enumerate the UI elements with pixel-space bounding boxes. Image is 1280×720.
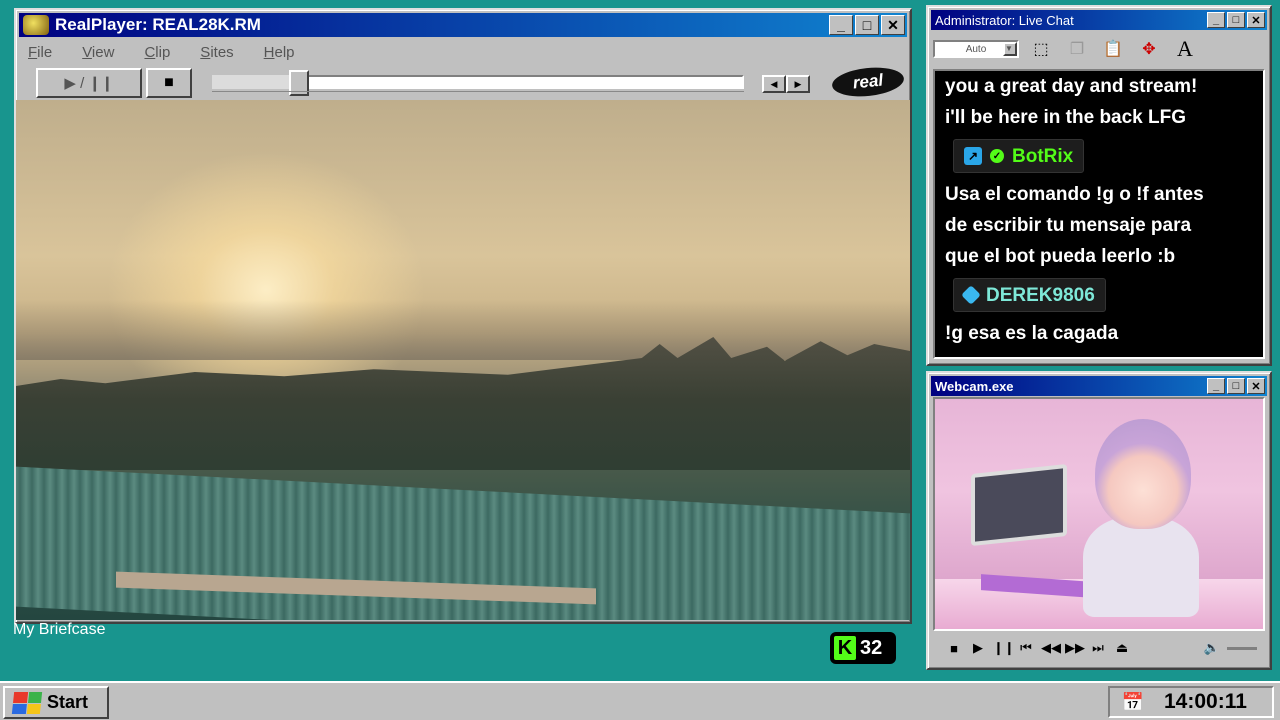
font-size-value: Auto <box>965 43 987 55</box>
kick-logo-icon: K <box>834 636 856 660</box>
chat-line: de escribir tu mensaje para <box>945 215 1192 236</box>
chat-user-tag[interactable]: DEREK9806 <box>953 278 1106 312</box>
webcam-avatar-head <box>1095 419 1191 529</box>
menu-help[interactable]: Help <box>260 44 299 61</box>
tool-badge-icon: ↗ <box>964 147 982 165</box>
minimize-button[interactable]: _ <box>1207 12 1225 28</box>
eject-icon[interactable]: ⏏ <box>1113 640 1131 656</box>
viewer-count-badge: K 32 <box>830 632 896 664</box>
webcam-title: Webcam.exe <box>935 378 1014 394</box>
viewer-count: 32 <box>860 636 883 659</box>
chat-toolbar: Auto ▼ ⬚ ❐ 📋 ✥ A <box>931 31 1267 67</box>
close-button[interactable]: ✕ <box>1247 378 1265 394</box>
select-icon[interactable]: ⬚ <box>1027 35 1055 63</box>
volume-slider[interactable] <box>1227 646 1257 650</box>
play-pause-button[interactable]: ▶ / ❙❙ <box>36 68 142 98</box>
menu-file[interactable]: File <box>24 44 56 61</box>
chat-titlebar[interactable]: Administrator: Live Chat _ □ ✕ <box>931 10 1267 30</box>
previous-clip-icon[interactable]: ◀ <box>762 75 786 93</box>
start-button[interactable]: Start <box>3 686 109 719</box>
chat-username: BotRix <box>1012 145 1074 167</box>
chat-username: DEREK9806 <box>986 284 1095 306</box>
realplayer-app-icon <box>23 15 49 35</box>
webcam-avatar-body <box>1083 517 1199 617</box>
chat-line: i'll be here in the back LFG <box>945 107 1187 128</box>
menu-clip[interactable]: Clip <box>140 44 174 61</box>
menu-view[interactable]: View <box>78 44 118 61</box>
taskbar-clock[interactable]: 14:00:11 <box>1164 690 1247 714</box>
next-clip-icon[interactable]: ▶ <box>786 75 810 93</box>
play-icon[interactable]: ▶ <box>969 640 987 656</box>
stop-button[interactable]: ■ <box>146 68 192 98</box>
start-label: Start <box>47 692 89 712</box>
realplayer-toolbar: ▶ / ❙❙ ■ ◀ ▶ real <box>36 64 906 100</box>
chat-user-tag[interactable]: ↗ ✓ BotRix <box>953 139 1085 173</box>
minimize-button[interactable]: _ <box>829 15 853 35</box>
paste-icon[interactable]: 📋 <box>1099 35 1127 63</box>
chat-messages: you a great day and stream! i'll be here… <box>933 69 1265 359</box>
clip-nav: ◀ ▶ <box>762 75 810 93</box>
fast-forward-icon[interactable]: ▶▶ <box>1065 640 1085 656</box>
skip-back-icon[interactable]: ⏮ <box>1017 640 1035 656</box>
webcam-view <box>933 397 1265 631</box>
speaker-icon: 🔈 <box>1203 640 1221 655</box>
stop-icon[interactable]: ■ <box>945 641 963 656</box>
cube-badge-icon <box>961 285 981 305</box>
copy-icon[interactable]: ❐ <box>1063 35 1091 63</box>
webcam-window: Webcam.exe _ □ ✕ ■ ▶ ❙❙ ⏮ ◀◀ ▶▶ ⏭ ⏏ 🔈 <box>926 371 1272 670</box>
move-icon[interactable]: ✥ <box>1135 35 1163 63</box>
volume-control[interactable]: 🔈 <box>1203 640 1257 656</box>
font-size-select[interactable]: Auto ▼ <box>933 40 1019 58</box>
windows-logo-icon <box>11 691 43 714</box>
my-briefcase-label[interactable]: My Briefcase <box>13 621 105 639</box>
webcam-titlebar[interactable]: Webcam.exe _ □ ✕ <box>931 376 1267 396</box>
menu-sites[interactable]: Sites <box>196 44 237 61</box>
webcam-monitor <box>971 463 1067 547</box>
taskbar: Start 📅 14:00:11 <box>0 681 1280 720</box>
realplayer-title: RealPlayer: REAL28K.RM <box>55 15 261 34</box>
close-button[interactable]: ✕ <box>1247 12 1265 28</box>
close-button[interactable]: ✕ <box>881 15 905 35</box>
video-hills <box>16 300 910 360</box>
rewind-icon[interactable]: ◀◀ <box>1041 640 1061 656</box>
maximize-button[interactable]: □ <box>1227 378 1245 394</box>
realplayer-titlebar[interactable]: RealPlayer: REAL28K.RM _ □ ✕ <box>19 13 907 37</box>
chevron-down-icon[interactable]: ▼ <box>1003 42 1017 56</box>
chat-line: que el bot pueda leerlo :b <box>945 246 1176 267</box>
seek-fill <box>212 75 289 89</box>
seek-slider[interactable] <box>212 70 744 96</box>
real-logo: real <box>830 64 906 100</box>
skip-forward-icon[interactable]: ⏭ <box>1089 640 1107 656</box>
minimize-button[interactable]: _ <box>1207 378 1225 394</box>
webcam-controls: ■ ▶ ❙❙ ⏮ ◀◀ ▶▶ ⏭ ⏏ 🔈 <box>933 635 1265 661</box>
chat-line: Usa el comando !g o !f antes <box>945 184 1204 205</box>
live-chat-window: Administrator: Live Chat _ □ ✕ Auto ▼ ⬚ … <box>926 5 1272 366</box>
maximize-button[interactable]: □ <box>855 15 879 35</box>
maximize-button[interactable]: □ <box>1227 12 1245 28</box>
video-frame[interactable] <box>16 100 910 620</box>
pause-icon[interactable]: ❙❙ <box>993 640 1015 656</box>
scheduler-icon[interactable]: 📅 <box>1118 690 1148 714</box>
font-icon[interactable]: A <box>1171 35 1199 63</box>
chat-line: !g esa es la cagada <box>945 323 1119 344</box>
system-tray: 📅 14:00:11 <box>1108 686 1274 718</box>
chat-title: Administrator: Live Chat <box>935 12 1074 28</box>
realplayer-menubar: File View Clip Sites Help <box>24 40 299 64</box>
chat-line: you a great day and stream! <box>945 76 1198 97</box>
realplayer-window: RealPlayer: REAL28K.RM _ □ ✕ File View C… <box>14 8 912 624</box>
verified-icon: ✓ <box>990 149 1004 163</box>
seek-ticks <box>212 91 744 95</box>
